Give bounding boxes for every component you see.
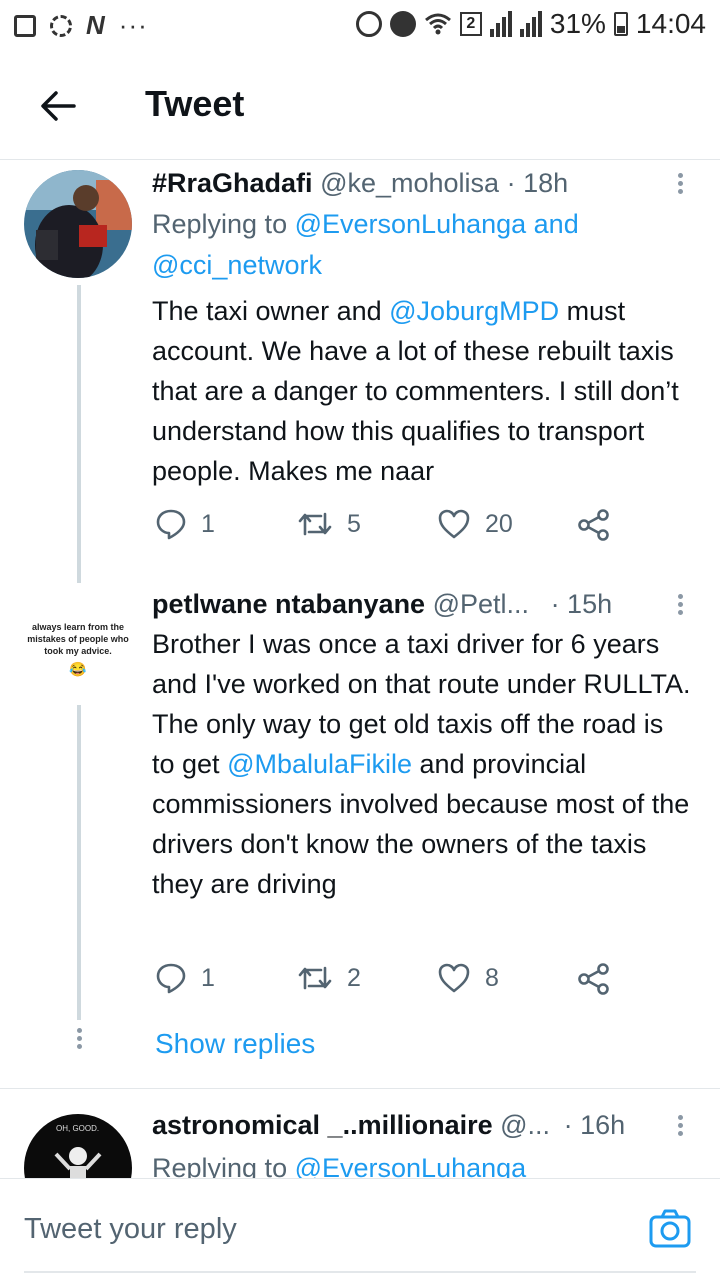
reply-input[interactable]: Tweet your reply bbox=[24, 1213, 237, 1246]
reply-count: 1 bbox=[201, 963, 215, 992]
like-button[interactable]: 20 bbox=[437, 508, 513, 540]
gallery-icon bbox=[14, 14, 36, 37]
retweet-count: 5 bbox=[347, 509, 361, 538]
page-title: Tweet bbox=[145, 83, 245, 124]
mention-link[interactable]: @EversonLuhanga bbox=[295, 1153, 527, 1178]
more-options-icon[interactable] bbox=[670, 170, 690, 200]
more-options-icon[interactable] bbox=[670, 1112, 690, 1142]
display-name[interactable]: astronomical _..millionaire bbox=[152, 1110, 493, 1140]
reply-underline bbox=[24, 1271, 696, 1273]
n-app-icon: N bbox=[86, 10, 105, 40]
timestamp: · 15h bbox=[550, 589, 613, 619]
retweet-button[interactable]: 2 bbox=[297, 962, 361, 994]
username[interactable]: @ke_moholisa bbox=[320, 168, 499, 198]
thread-line bbox=[77, 705, 81, 1020]
back-arrow-icon[interactable] bbox=[38, 86, 78, 126]
thread-line bbox=[77, 285, 81, 575]
avatar[interactable]: OH, GOOD. bbox=[24, 1114, 132, 1178]
display-name[interactable]: petlwane ntabanyane bbox=[152, 589, 425, 619]
more-notifications-icon: ··· bbox=[118, 10, 148, 40]
collapsed-thread-dots bbox=[69, 1025, 89, 1055]
share-icon bbox=[578, 963, 609, 995]
tweet-3[interactable]: OH, GOOD. astronomical _..millionaire @.… bbox=[0, 1088, 720, 1178]
replying-to: Replying to @EversonLuhanga bbox=[152, 1148, 526, 1178]
replying-to: Replying to @EversonLuhanga and @cci_net… bbox=[152, 204, 579, 286]
signal-icon-2 bbox=[519, 11, 542, 37]
mention-link-3[interactable]: @JoburgMPD bbox=[389, 296, 559, 326]
replying-prefix: Replying to bbox=[152, 1153, 295, 1178]
like-count: 8 bbox=[485, 963, 499, 992]
wifi-icon bbox=[424, 13, 451, 35]
app-header: Tweet bbox=[0, 50, 720, 160]
timestamp: · 18h bbox=[506, 168, 569, 198]
tweet-text-part: The taxi owner and bbox=[152, 296, 390, 326]
share-button[interactable] bbox=[577, 962, 611, 996]
avatar-text-line: mistakes of people who bbox=[27, 634, 129, 644]
more-options-icon[interactable] bbox=[670, 591, 690, 621]
avatar[interactable]: always learn from the mistakes of people… bbox=[24, 593, 132, 701]
like-button[interactable]: 8 bbox=[437, 962, 499, 994]
avatar-emoji: 😂 bbox=[69, 661, 87, 677]
tweet-header: #RraGhadafi @ke_moholisa · 18h bbox=[152, 168, 568, 199]
tweet-2[interactable]: always learn from the mistakes of people… bbox=[0, 565, 720, 1085]
reply-button[interactable]: 1 bbox=[155, 508, 215, 540]
tweet-header: petlwane ntabanyane @Petl... · 15h bbox=[152, 589, 612, 620]
battery-icon bbox=[613, 12, 628, 36]
signal-icon bbox=[489, 11, 512, 37]
battery-percent: 31% bbox=[549, 8, 606, 39]
reply-button[interactable]: 1 bbox=[155, 962, 215, 994]
display-name[interactable]: #RraGhadafi bbox=[152, 168, 313, 198]
tweet-actions: 1 2 8 bbox=[152, 962, 652, 1002]
thread-line-top bbox=[77, 565, 81, 583]
heart-icon bbox=[438, 509, 470, 539]
tweet-text: The taxi owner and @JoburgMPD must accou… bbox=[152, 291, 692, 491]
like-count: 20 bbox=[485, 509, 513, 538]
reply-icon bbox=[156, 509, 186, 540]
mention-link-2[interactable]: @cci_network bbox=[152, 250, 322, 280]
avatar-text-line: always learn from the bbox=[31, 622, 125, 632]
reply-icon bbox=[156, 963, 186, 994]
sim-indicator: 2 bbox=[459, 12, 482, 36]
retweet-icon bbox=[298, 512, 332, 536]
mention-link[interactable]: @EversonLuhanga and bbox=[295, 209, 579, 239]
camera-icon[interactable] bbox=[648, 1207, 692, 1251]
tweet-1[interactable]: #RraGhadafi @ke_moholisa · 18h Replying … bbox=[0, 160, 720, 575]
tweet-header: astronomical _..millionaire @... · 16h bbox=[152, 1110, 625, 1141]
reply-composer: Tweet your reply bbox=[0, 1178, 720, 1280]
tweet-actions: 1 5 20 bbox=[152, 508, 652, 548]
alarm-icon bbox=[389, 11, 416, 37]
replying-prefix: Replying to bbox=[152, 209, 295, 239]
mention-link[interactable]: @MbalulaFikile bbox=[227, 749, 412, 779]
retweet-button[interactable]: 5 bbox=[297, 508, 361, 540]
tweet-text: Brother I was once a taxi driver for 6 y… bbox=[152, 624, 692, 904]
username[interactable]: @... bbox=[500, 1110, 550, 1140]
show-replies-link[interactable]: Show replies bbox=[155, 1028, 315, 1060]
sync-icon bbox=[50, 14, 72, 37]
share-button[interactable] bbox=[577, 508, 611, 542]
share-icon bbox=[578, 509, 609, 541]
reply-count: 1 bbox=[201, 509, 215, 538]
clock: 14:04 bbox=[635, 8, 706, 39]
retweet-count: 2 bbox=[347, 963, 361, 992]
retweet-icon bbox=[298, 966, 332, 990]
status-bar: N ··· 2 31% 14:04 bbox=[0, 0, 720, 50]
username[interactable]: @Petl... bbox=[433, 589, 529, 619]
heart-icon bbox=[438, 963, 470, 993]
avatar[interactable] bbox=[24, 170, 132, 278]
avatar-text-line: took my advice. bbox=[44, 646, 112, 656]
mute-icon bbox=[355, 11, 382, 37]
timestamp: · 16h bbox=[563, 1110, 626, 1140]
